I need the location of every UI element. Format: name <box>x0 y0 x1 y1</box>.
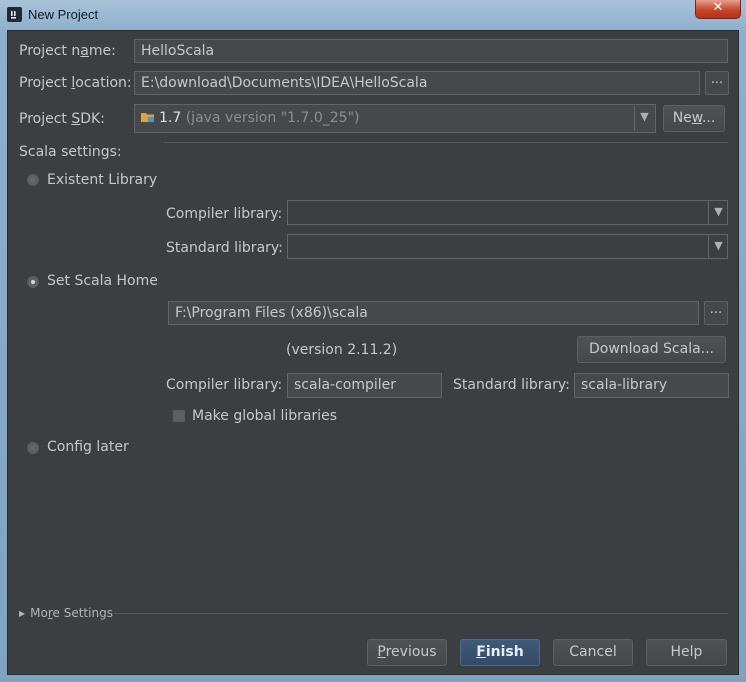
close-button[interactable]: ✕ <box>695 0 741 19</box>
title-bar[interactable]: New Project ✕ <box>0 0 746 30</box>
sdk-divider <box>164 142 728 143</box>
existent-standard-library-dropdown[interactable] <box>287 234 728 259</box>
make-global-libraries-label[interactable]: Make global libraries <box>192 408 337 424</box>
scala-version-text: (version 2.11.2) <box>286 342 398 358</box>
download-scala-button[interactable]: Download Scala... <box>577 336 726 363</box>
set-scala-home-label[interactable]: Set Scala Home <box>47 273 158 289</box>
existent-compiler-library-label: Compiler library: <box>166 206 283 222</box>
project-name-label: Project name: <box>19 43 116 59</box>
sdk-version: 1.7 <box>159 110 182 126</box>
previous-button[interactable]: Previous <box>367 639 447 666</box>
config-later-label[interactable]: Config later <box>47 439 129 455</box>
project-name-input[interactable]: HelloScala <box>134 39 728 63</box>
compiler-library-input[interactable]: scala-compiler <box>287 373 442 398</box>
help-button[interactable]: Help <box>646 639 727 666</box>
finish-button[interactable]: Finish <box>460 639 540 666</box>
intellij-app-icon <box>7 7 22 22</box>
browse-location-button[interactable]: ... <box>705 71 729 95</box>
scala-home-input[interactable]: F:\Program Files (x86)\scala <box>168 301 699 325</box>
make-global-libraries-checkbox[interactable] <box>173 410 185 422</box>
sdk-detail: (java version "1.7.0_25") <box>185 110 360 126</box>
config-later-radio[interactable] <box>27 442 39 454</box>
standard-library-label: Standard library: <box>453 377 570 393</box>
new-project-window: New Project ✕ Project name: HelloScala P… <box>0 0 746 682</box>
new-sdk-button[interactable]: New... <box>663 105 725 132</box>
set-scala-home-radio[interactable] <box>27 276 39 288</box>
project-sdk-dropdown[interactable]: 1.7 (java version "1.7.0_25") <box>134 104 656 133</box>
browse-scala-home-button[interactable]: ... <box>704 301 728 325</box>
project-sdk-label: Project SDK: <box>19 111 105 127</box>
existent-library-label[interactable]: Existent Library <box>47 172 157 188</box>
compiler-dropdown-arrow-icon[interactable]: ▼ <box>708 201 728 224</box>
scala-settings-label: Scala settings: <box>19 144 122 160</box>
existent-compiler-library-dropdown[interactable] <box>287 200 728 225</box>
sdk-dropdown-arrow-icon[interactable]: ▼ <box>634 106 654 131</box>
window-title: New Project <box>28 7 99 22</box>
existent-standard-library-label: Standard library: <box>166 240 283 256</box>
project-location-input[interactable]: E:\download\Documents\IDEA\HelloScala <box>134 71 700 95</box>
standard-dropdown-arrow-icon[interactable]: ▼ <box>708 235 728 258</box>
folder-icon <box>141 111 155 122</box>
triangle-right-icon: ▶ <box>19 609 26 618</box>
project-location-label: Project location: <box>19 75 132 91</box>
compiler-library-label: Compiler library: <box>166 377 283 393</box>
dialog-content: Project name: HelloScala Project locatio… <box>7 30 739 675</box>
existent-library-radio[interactable] <box>27 174 39 186</box>
standard-library-input[interactable]: scala-library <box>574 373 729 398</box>
more-settings-divider <box>114 613 728 614</box>
cancel-button[interactable]: Cancel <box>553 639 633 666</box>
more-settings-toggle[interactable]: ▶ More Settings <box>19 606 113 620</box>
